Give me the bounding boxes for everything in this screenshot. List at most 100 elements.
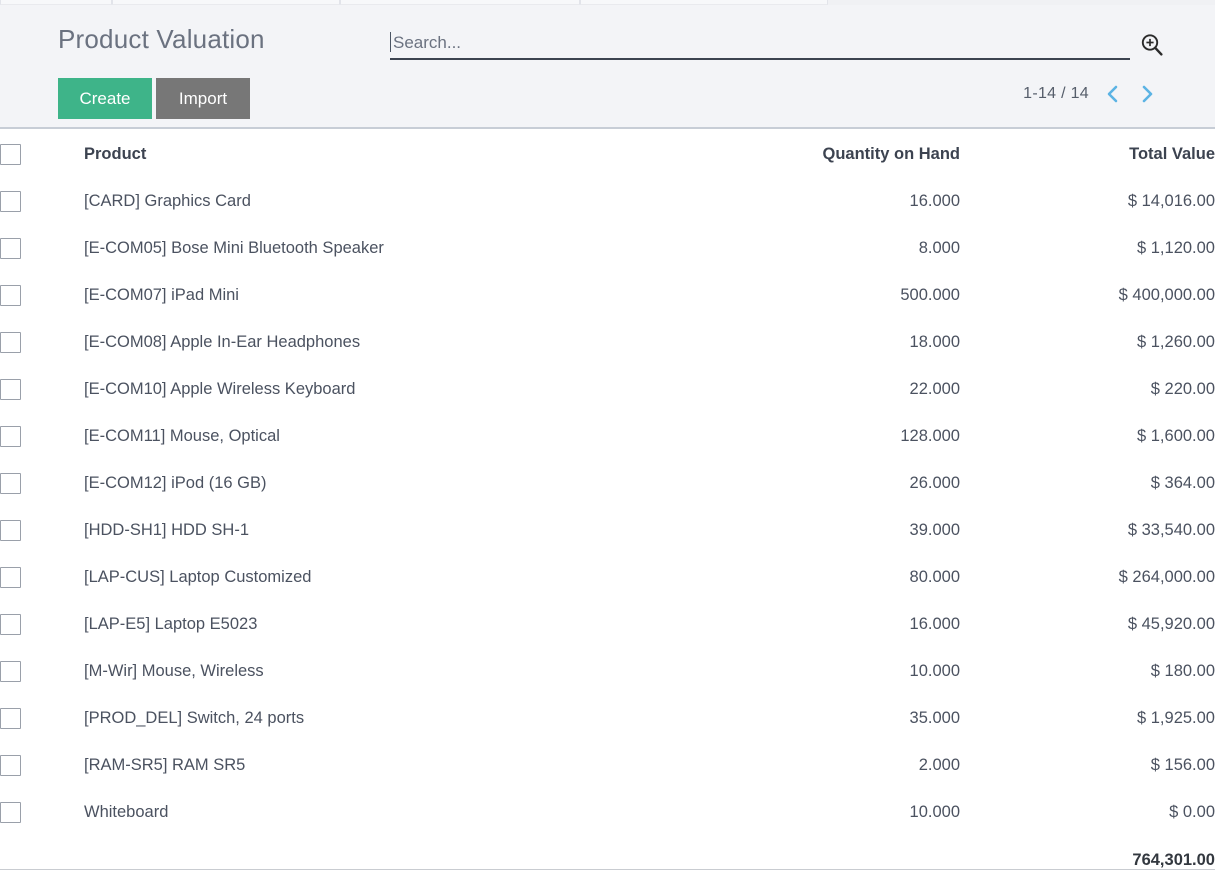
create-button[interactable]: Create bbox=[58, 78, 152, 119]
table-row[interactable]: [E-COM05] Bose Mini Bluetooth Speaker 8.0… bbox=[0, 225, 1215, 272]
row-checkbox[interactable] bbox=[0, 473, 21, 494]
row-select-cell bbox=[0, 272, 84, 319]
row-select-cell bbox=[0, 601, 84, 648]
cell-total-value: $ 33,540.00 bbox=[1127, 521, 1215, 539]
cell-product: [E-COM12] iPod (16 GB) bbox=[84, 474, 267, 492]
column-header-total-value[interactable]: Total Value bbox=[960, 131, 1215, 178]
row-checkbox[interactable] bbox=[0, 332, 21, 353]
cell-product: [RAM-SR5] RAM SR5 bbox=[84, 756, 246, 774]
row-checkbox[interactable] bbox=[0, 567, 21, 588]
cell-quantity-on-hand: 10.000 bbox=[909, 803, 960, 821]
footer-spacer-product bbox=[84, 836, 680, 884]
row-select-cell bbox=[0, 225, 84, 272]
table-row[interactable]: [E-COM07] iPad Mini 500.000 $ 400,000.00 bbox=[0, 272, 1215, 319]
table-row[interactable]: [PROD_DEL] Switch, 24 ports 35.000 $ 1,925… bbox=[0, 695, 1215, 742]
table-row[interactable]: [LAP-CUS] Laptop Customized 80.000 $ 264,0… bbox=[0, 554, 1215, 601]
text-caret bbox=[390, 32, 391, 52]
cell-product: [PROD_DEL] Switch, 24 ports bbox=[84, 709, 305, 727]
table-footer-row: 764,301.00 bbox=[0, 836, 1215, 884]
cell-total-value: $ 400,000.00 bbox=[1118, 286, 1215, 304]
search-input[interactable] bbox=[393, 30, 1128, 56]
row-checkbox[interactable] bbox=[0, 802, 21, 823]
cell-quantity-on-hand: 26.000 bbox=[909, 474, 960, 492]
table-row[interactable]: [E-COM08] Apple In-Ear Headphones 18.000 $… bbox=[0, 319, 1215, 366]
cell-quantity-on-hand: 128.000 bbox=[900, 427, 960, 445]
select-all-checkbox[interactable] bbox=[0, 144, 21, 165]
row-checkbox[interactable] bbox=[0, 708, 21, 729]
row-checkbox[interactable] bbox=[0, 238, 21, 259]
search-box[interactable] bbox=[390, 30, 1130, 60]
cell-product: [CARD] Graphics Card bbox=[84, 192, 251, 210]
row-checkbox[interactable] bbox=[0, 285, 21, 306]
table-header: Product Quantity on Hand Total Value bbox=[0, 131, 1215, 178]
table-row[interactable]: [E-COM10] Apple Wireless Keyboard 22.000 $… bbox=[0, 366, 1215, 413]
table-header-row: Product Quantity on Hand Total Value bbox=[0, 131, 1215, 178]
cell-product: [E-COM08] Apple In-Ear Headphones bbox=[84, 333, 361, 351]
cell-quantity-on-hand: 35.000 bbox=[909, 709, 960, 727]
cell-quantity-on-hand: 16.000 bbox=[909, 192, 960, 210]
chevron-left-icon bbox=[1107, 85, 1118, 103]
row-select-cell bbox=[0, 460, 84, 507]
bottom-divider bbox=[0, 869, 1215, 870]
cell-product: Whiteboard bbox=[84, 803, 169, 821]
cell-total-value: $ 1,925.00 bbox=[1137, 709, 1215, 727]
pager-range: 1-14 / 14 bbox=[1023, 85, 1089, 102]
row-checkbox[interactable] bbox=[0, 426, 21, 447]
cell-product: [E-COM10] Apple Wireless Keyboard bbox=[84, 380, 356, 398]
pager-previous-button[interactable] bbox=[1103, 83, 1123, 105]
row-select-cell bbox=[0, 648, 84, 695]
cell-total-value: $ 364.00 bbox=[1150, 474, 1215, 492]
column-header-quantity-on-hand[interactable]: Quantity on Hand bbox=[680, 131, 961, 178]
cell-product: [LAP-CUS] Laptop Customized bbox=[84, 568, 312, 586]
cell-product: [LAP-E5] Laptop E5023 bbox=[84, 615, 258, 633]
footer-quantity-total bbox=[680, 836, 960, 884]
table-body: [CARD] Graphics Card 16.000 $ 14,016.00 [E-… bbox=[0, 178, 1215, 836]
cell-total-value: $ 156.00 bbox=[1150, 756, 1215, 774]
row-checkbox[interactable] bbox=[0, 191, 21, 212]
row-select-cell bbox=[0, 695, 84, 742]
cell-product: [E-COM11] Mouse, Optical bbox=[84, 427, 280, 445]
page-title: Product Valuation bbox=[58, 24, 265, 54]
cell-quantity-on-hand: 18.000 bbox=[909, 333, 960, 351]
product-valuation-table: Product Quantity on Hand Total Value [CA… bbox=[0, 131, 1215, 884]
table-row[interactable]: [HDD-SH1] HDD SH-1 39.000 $ 33,540.00 bbox=[0, 507, 1215, 554]
row-select-cell bbox=[0, 319, 84, 366]
table-row[interactable]: [CARD] Graphics Card 16.000 $ 14,016.00 bbox=[0, 178, 1215, 225]
table-row[interactable]: [LAP-E5] Laptop E5023 16.000 $ 45,920.00 bbox=[0, 601, 1215, 648]
cell-product: [HDD-SH1] HDD SH-1 bbox=[84, 521, 250, 539]
footer-value-total: 764,301.00 bbox=[1132, 850, 1215, 869]
table-footer: 764,301.00 bbox=[0, 836, 1215, 884]
pager-next-button[interactable] bbox=[1137, 83, 1157, 105]
cell-quantity-on-hand: 22.000 bbox=[909, 380, 960, 398]
cell-total-value: $ 1,260.00 bbox=[1137, 333, 1215, 351]
pager: 1-14 / 14 bbox=[1023, 83, 1157, 105]
row-select-cell bbox=[0, 554, 84, 601]
table-row[interactable]: Whiteboard 10.000 $ 0.00 bbox=[0, 789, 1215, 836]
footer-spacer-check bbox=[0, 836, 84, 884]
table-row[interactable]: [E-COM12] iPod (16 GB) 26.000 $ 364.00 bbox=[0, 460, 1215, 507]
cell-product: [M-Wir] Mouse, Wireless bbox=[84, 662, 264, 680]
table-row[interactable]: [E-COM11] Mouse, Optical 128.000 $ 1,600.0… bbox=[0, 413, 1215, 460]
import-button[interactable]: Import bbox=[156, 78, 250, 119]
cell-total-value: $ 220.00 bbox=[1150, 380, 1215, 398]
table-row[interactable]: [RAM-SR5] RAM SR5 2.000 $ 156.00 bbox=[0, 742, 1215, 789]
row-checkbox[interactable] bbox=[0, 520, 21, 541]
cell-quantity-on-hand: 16.000 bbox=[909, 615, 960, 633]
cell-total-value: $ 180.00 bbox=[1150, 662, 1215, 680]
cell-quantity-on-hand: 500.000 bbox=[900, 286, 960, 304]
table-row[interactable]: [M-Wir] Mouse, Wireless 10.000 $ 180.00 bbox=[0, 648, 1215, 695]
row-checkbox[interactable] bbox=[0, 379, 21, 400]
row-checkbox[interactable] bbox=[0, 661, 21, 682]
cell-total-value: $ 0.00 bbox=[1169, 803, 1215, 821]
column-header-product[interactable]: Product bbox=[84, 131, 680, 178]
row-select-cell bbox=[0, 789, 84, 836]
select-all-header bbox=[0, 131, 84, 178]
cell-quantity-on-hand: 8.000 bbox=[918, 239, 960, 257]
row-checkbox[interactable] bbox=[0, 614, 21, 635]
cell-total-value: $ 1,120.00 bbox=[1137, 239, 1215, 257]
search-icon[interactable] bbox=[1138, 31, 1166, 59]
row-select-cell bbox=[0, 742, 84, 789]
row-checkbox[interactable] bbox=[0, 755, 21, 776]
cell-total-value: $ 14,016.00 bbox=[1127, 192, 1215, 210]
row-select-cell bbox=[0, 507, 84, 554]
